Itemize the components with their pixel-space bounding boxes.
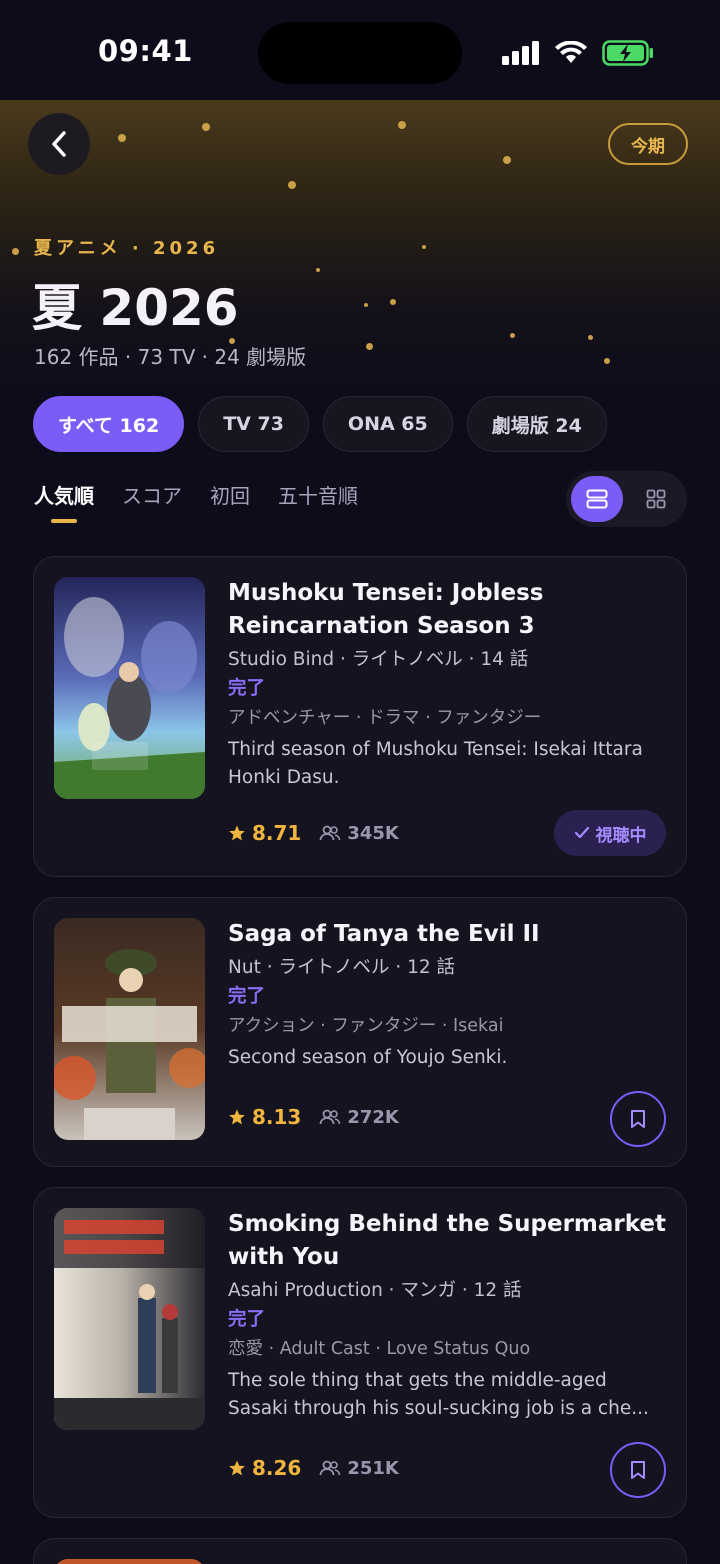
- members-value: 272K: [347, 1106, 399, 1128]
- status-icons: [502, 40, 654, 66]
- grid-view-button[interactable]: [630, 476, 682, 522]
- star-icon: [229, 1460, 245, 1476]
- anime-description: Second season of Youjo Senki.: [228, 1047, 508, 1068]
- anime-meta: Asahi Production · マンガ · 12 話: [228, 1280, 522, 1301]
- filter-tv[interactable]: TV 73: [198, 396, 309, 452]
- star-icon: [229, 825, 245, 841]
- sort-popular[interactable]: 人気順: [34, 480, 94, 523]
- anime-card[interactable]: Saga of Tanya the Evil II Nut · ライトノベル ·…: [33, 897, 687, 1167]
- grid-view-icon: [646, 489, 666, 509]
- anime-meta: Studio Bind · ライトノベル · 14 話: [228, 649, 529, 670]
- status-time: 09:41: [98, 34, 193, 68]
- member-count: 251K: [319, 1458, 399, 1479]
- list-view-icon: [586, 489, 608, 509]
- signal-icon: [502, 41, 539, 65]
- score: 8.13: [228, 1105, 301, 1129]
- season-summary: 162 作品 · 73 TV · 24 劇場版: [34, 345, 307, 369]
- members-value: 345K: [347, 822, 399, 844]
- filter-all[interactable]: すべて 162: [33, 396, 185, 452]
- anime-description: The sole thing that gets the middle-aged…: [228, 1370, 649, 1419]
- score: 8.71: [228, 821, 301, 845]
- anime-description: Third season of Mushoku Tensei: Isekai I…: [228, 739, 643, 788]
- anime-genres: 恋愛 · Adult Cast · Love Status Quo: [228, 1339, 531, 1359]
- anime-title[interactable]: Saga of Tanya the Evil II: [228, 918, 666, 951]
- back-button[interactable]: [28, 113, 90, 175]
- poster-image: [54, 918, 205, 1140]
- member-count: 345K: [319, 823, 399, 844]
- anime-title[interactable]: Smoking Behind the Supermarket with You: [228, 1208, 666, 1274]
- card-body: Smoking Behind the Supermarket with You …: [228, 1208, 666, 1423]
- back-chevron-icon: [52, 131, 66, 157]
- card-body: Mushoku Tensei: Jobless Reincarnation Se…: [228, 577, 666, 792]
- anime-title[interactable]: Mushoku Tensei: Jobless Reincarnation Se…: [228, 577, 666, 643]
- poster-image: [54, 1208, 205, 1430]
- wifi-icon: [555, 41, 587, 63]
- members-icon: [319, 825, 341, 841]
- star-icon: [229, 1109, 245, 1125]
- sort-score[interactable]: スコア: [122, 480, 182, 523]
- airing-status: 完了: [228, 678, 266, 699]
- bookmark-icon: [631, 1461, 645, 1479]
- airing-status: 完了: [228, 986, 266, 1007]
- card-stats: 8.13 272K: [228, 1105, 399, 1129]
- anime-card[interactable]: Mushoku Tensei: Jobless Reincarnation Se…: [33, 556, 687, 877]
- members-value: 251K: [347, 1457, 399, 1479]
- card-stats: 8.26 251K: [228, 1456, 399, 1480]
- current-season-button[interactable]: 今期: [608, 123, 688, 165]
- anime-genres: アクション · ファンタジー · Isekai: [228, 1016, 504, 1036]
- poster-image: [54, 577, 205, 799]
- anime-genres: アドベンチャー · ドラマ · ファンタジー: [228, 708, 542, 728]
- anime-card[interactable]: [33, 1538, 687, 1564]
- members-icon: [319, 1460, 341, 1476]
- sort-premiere[interactable]: 初回: [210, 480, 250, 523]
- score-value: 8.71: [252, 821, 302, 845]
- sort-tabs: 人気順 スコア 初回 五十音順: [34, 480, 358, 523]
- score: 8.26: [228, 1456, 301, 1480]
- type-filters: すべて 162 TV 73 ONA 65 劇場版 24: [33, 396, 607, 452]
- members-icon: [319, 1109, 341, 1125]
- card-body: Saga of Tanya the Evil II Nut · ライトノベル ·…: [228, 918, 666, 1072]
- member-count: 272K: [319, 1107, 399, 1128]
- airing-status: 完了: [228, 1309, 266, 1330]
- anime-meta: Nut · ライトノベル · 12 話: [228, 957, 456, 978]
- battery-charging-icon: [602, 40, 653, 66]
- anime-card[interactable]: Smoking Behind the Supermarket with You …: [33, 1187, 687, 1518]
- poster-image: [54, 1559, 205, 1564]
- view-toggle: [566, 471, 687, 527]
- dynamic-island: [258, 22, 462, 84]
- score-value: 8.26: [252, 1456, 302, 1480]
- card-stats: 8.71 345K: [228, 821, 399, 845]
- filter-ona[interactable]: ONA 65: [322, 396, 453, 452]
- watching-label: 視聴中: [595, 825, 647, 846]
- page-title: 夏 2026: [32, 279, 239, 337]
- watching-button[interactable]: 視聴中: [554, 810, 666, 856]
- score-value: 8.13: [252, 1105, 302, 1129]
- bookmark-icon: [631, 1110, 645, 1128]
- season-eyebrow: 夏アニメ · 2026: [34, 238, 220, 259]
- sort-alphabetical[interactable]: 五十音順: [278, 480, 358, 523]
- check-icon: [574, 826, 589, 839]
- bookmark-button[interactable]: [610, 1091, 666, 1147]
- filter-movie[interactable]: 劇場版 24: [466, 396, 607, 452]
- bookmark-button[interactable]: [610, 1442, 666, 1498]
- list-view-button[interactable]: [571, 476, 623, 522]
- status-bar: 09:41: [0, 0, 720, 100]
